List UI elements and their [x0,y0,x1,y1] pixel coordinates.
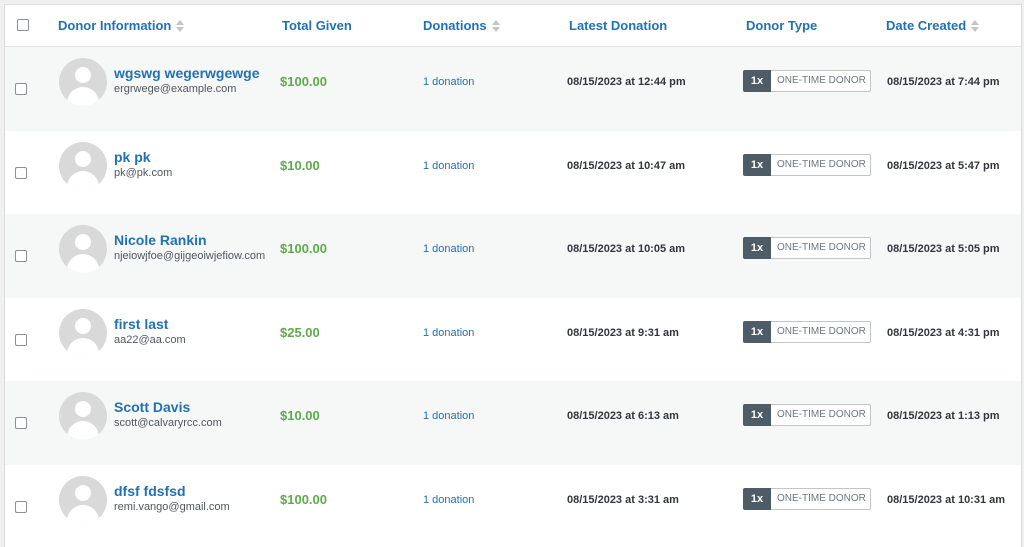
donor-email: scott@calvaryrcc.com [114,417,222,429]
table-row: first last aa22@aa.com $25.00 1 donation… [5,298,1021,382]
column-header-label: Latest Donation [569,18,667,33]
donor-name-link[interactable]: wgswg wegerwgewge [114,65,259,81]
row-checkbox[interactable] [15,83,27,95]
avatar [59,392,107,440]
donor-type-badge: 1x ONE-TIME DONOR [743,70,871,92]
donations-link[interactable]: 1 donation [423,410,474,422]
avatar [59,58,107,106]
donations-link[interactable]: 1 donation [423,76,474,88]
latest-donation: 08/15/2023 at 3:31 am [567,494,679,506]
table-header: Donor Information Total Given Donations … [5,5,1021,47]
total-given: $100.00 [280,74,327,89]
sort-icon[interactable] [492,20,501,32]
column-header-label: Donations [423,18,487,33]
donor-email: remi.vango@gmail.com [114,501,230,513]
donor-name-link[interactable]: dfsf fdsfsd [114,483,186,499]
column-header-latest-donation: Latest Donation [569,18,667,33]
avatar [59,225,107,273]
avatar [59,142,107,190]
latest-donation: 08/15/2023 at 10:47 am [567,160,685,172]
donations-link[interactable]: 1 donation [423,494,474,506]
donor-type-badge: 1x ONE-TIME DONOR [743,237,871,259]
donation-count-badge: 1x [743,154,771,176]
avatar [59,309,107,357]
total-given: $10.00 [280,158,320,173]
column-header-donations[interactable]: Donations [423,18,501,33]
donor-name-link[interactable]: Nicole Rankin [114,232,207,248]
date-created: 08/15/2023 at 5:05 pm [887,243,1000,255]
column-header-donor-type: Donor Type [746,18,817,33]
donations-link[interactable]: 1 donation [423,243,474,255]
donor-name-link[interactable]: Scott Davis [114,399,190,415]
donor-type-label: ONE-TIME DONOR [771,488,871,510]
total-given: $100.00 [280,492,327,507]
sort-icon[interactable] [176,20,185,32]
latest-donation: 08/15/2023 at 12:44 pm [567,76,686,88]
date-created: 08/15/2023 at 5:47 pm [887,160,1000,172]
latest-donation: 08/15/2023 at 6:13 am [567,410,679,422]
total-given: $25.00 [280,325,320,340]
donor-email: njeiowjfoe@gijgeoiwjefiow.com [114,250,265,262]
donor-type-badge: 1x ONE-TIME DONOR [743,154,871,176]
donor-type-badge: 1x ONE-TIME DONOR [743,488,871,510]
table-row: wgswg wegerwgewge ergrwege@example.com $… [5,47,1021,131]
latest-donation: 08/15/2023 at 9:31 am [567,327,679,339]
donor-type-label: ONE-TIME DONOR [771,70,871,92]
select-all-checkbox[interactable] [17,19,29,31]
donor-type-badge: 1x ONE-TIME DONOR [743,404,871,426]
donation-count-badge: 1x [743,237,771,259]
column-header-date-created[interactable]: Date Created [886,18,980,33]
donor-name-link[interactable]: pk pk [114,149,151,165]
row-checkbox[interactable] [15,501,27,513]
date-created: 08/15/2023 at 1:13 pm [887,410,1000,422]
column-header-total-given: Total Given [282,18,352,33]
column-header-label: Date Created [886,18,966,33]
donors-table: Donor Information Total Given Donations … [4,4,1022,547]
donations-link[interactable]: 1 donation [423,160,474,172]
date-created: 08/15/2023 at 4:31 pm [887,327,1000,339]
donor-type-badge: 1x ONE-TIME DONOR [743,321,871,343]
sort-icon[interactable] [971,20,980,32]
table-row: pk pk pk@pk.com $10.00 1 donation 08/15/… [5,131,1021,215]
donor-type-label: ONE-TIME DONOR [771,154,871,176]
donor-email: aa22@aa.com [114,334,186,346]
table-row: Nicole Rankin njeiowjfoe@gijgeoiwjefiow.… [5,214,1021,298]
row-checkbox[interactable] [15,250,27,262]
donation-count-badge: 1x [743,321,771,343]
date-created: 08/15/2023 at 7:44 pm [887,76,1000,88]
donations-link[interactable]: 1 donation [423,327,474,339]
donor-email: ergrwege@example.com [114,83,236,95]
donation-count-badge: 1x [743,404,771,426]
donation-count-badge: 1x [743,488,771,510]
donor-type-label: ONE-TIME DONOR [771,404,871,426]
total-given: $10.00 [280,408,320,423]
donation-count-badge: 1x [743,70,771,92]
donor-type-label: ONE-TIME DONOR [771,237,871,259]
donor-name-link[interactable]: first last [114,316,168,332]
donor-type-label: ONE-TIME DONOR [771,321,871,343]
date-created: 08/15/2023 at 10:31 am [887,494,1005,506]
total-given: $100.00 [280,241,327,256]
donor-email: pk@pk.com [114,167,172,179]
row-checkbox[interactable] [15,417,27,429]
column-header-label: Total Given [282,18,352,33]
row-checkbox[interactable] [15,334,27,346]
table-row: Scott Davis scott@calvaryrcc.com $10.00 … [5,381,1021,465]
latest-donation: 08/15/2023 at 10:05 am [567,243,685,255]
column-header-label: Donor Type [746,18,817,33]
column-header-label: Donor Information [58,18,171,33]
column-header-donor-information[interactable]: Donor Information [58,18,185,33]
avatar [59,476,107,524]
table-row: dfsf fdsfsd remi.vango@gmail.com $100.00… [5,465,1021,547]
row-checkbox[interactable] [15,167,27,179]
